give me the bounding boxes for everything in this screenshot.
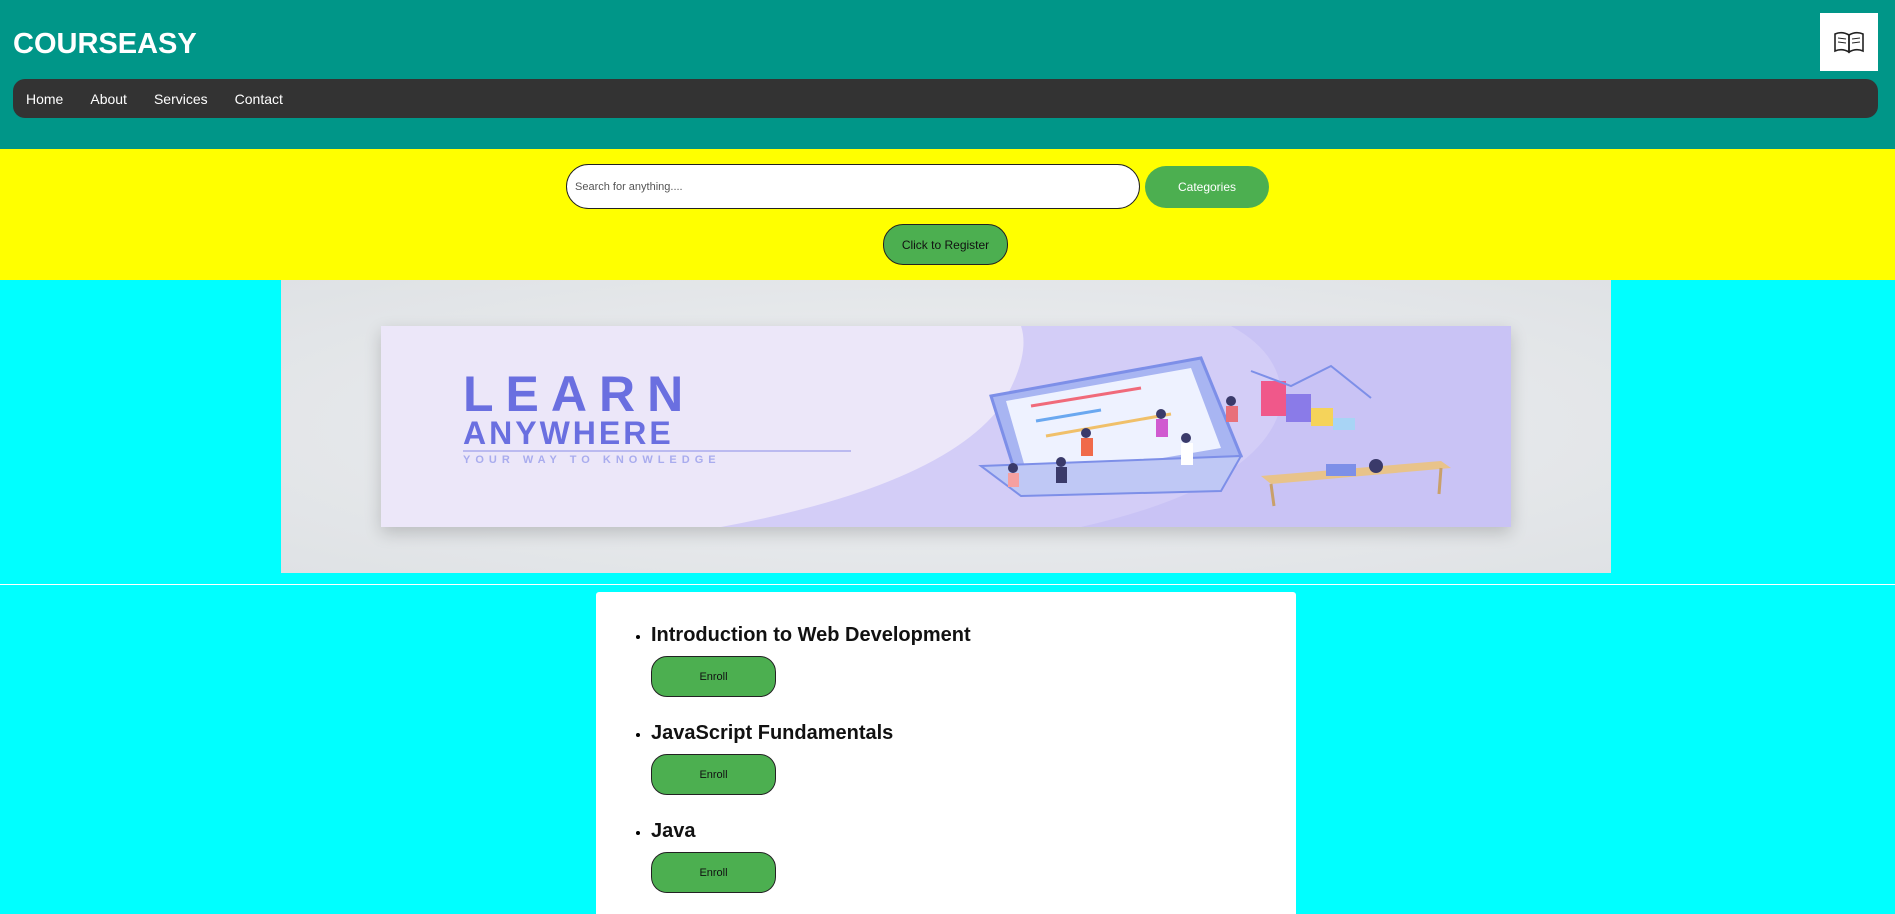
banner-tagline: YOUR WAY TO KNOWLEDGE: [463, 454, 721, 466]
site-brand[interactable]: COURSEASY: [13, 28, 197, 61]
banner-image: LEARN ANYWHERE YOUR WAY TO KNOWLEDGE: [381, 326, 1511, 527]
search-input[interactable]: [566, 164, 1140, 209]
section-divider: [0, 584, 1895, 585]
enroll-button[interactable]: Enroll: [651, 656, 776, 697]
banner-subheadline: ANYWHERE: [463, 415, 674, 451]
course-title: JavaScript Fundamentals: [651, 722, 894, 744]
enroll-button[interactable]: Enroll: [651, 754, 776, 795]
nav-contact-link[interactable]: Contact: [235, 91, 283, 107]
course-item: Java Enroll: [651, 820, 971, 914]
site-header: COURSEASY Home About Services Contact: [0, 0, 1895, 149]
course-list-panel: Introduction to Web Development Enroll J…: [596, 592, 1296, 914]
search-band: Categories Click to Register: [0, 149, 1895, 280]
categories-button[interactable]: Categories: [1145, 166, 1269, 208]
learn-anywhere-illustration: LEARN ANYWHERE YOUR WAY TO KNOWLEDGE: [463, 326, 1511, 527]
nav-services-link[interactable]: Services: [154, 91, 208, 107]
banner-headline: LEARN: [463, 366, 695, 422]
course-title: Introduction to Web Development: [651, 624, 971, 646]
nav-home-link[interactable]: Home: [26, 91, 63, 107]
course-title: Java: [651, 820, 696, 842]
course-item: Introduction to Web Development Enroll: [651, 624, 971, 722]
enroll-button[interactable]: Enroll: [651, 852, 776, 893]
course-item: JavaScript Fundamentals Enroll: [651, 722, 971, 820]
main-nav: Home About Services Contact: [13, 79, 1878, 118]
nav-about-link[interactable]: About: [90, 91, 127, 107]
hero-banner: LEARN ANYWHERE YOUR WAY TO KNOWLEDGE: [281, 280, 1611, 573]
register-button[interactable]: Click to Register: [883, 224, 1008, 265]
logo-container[interactable]: [1820, 13, 1878, 71]
course-list: Introduction to Web Development Enroll J…: [651, 624, 971, 914]
open-book-icon: [1834, 31, 1864, 54]
